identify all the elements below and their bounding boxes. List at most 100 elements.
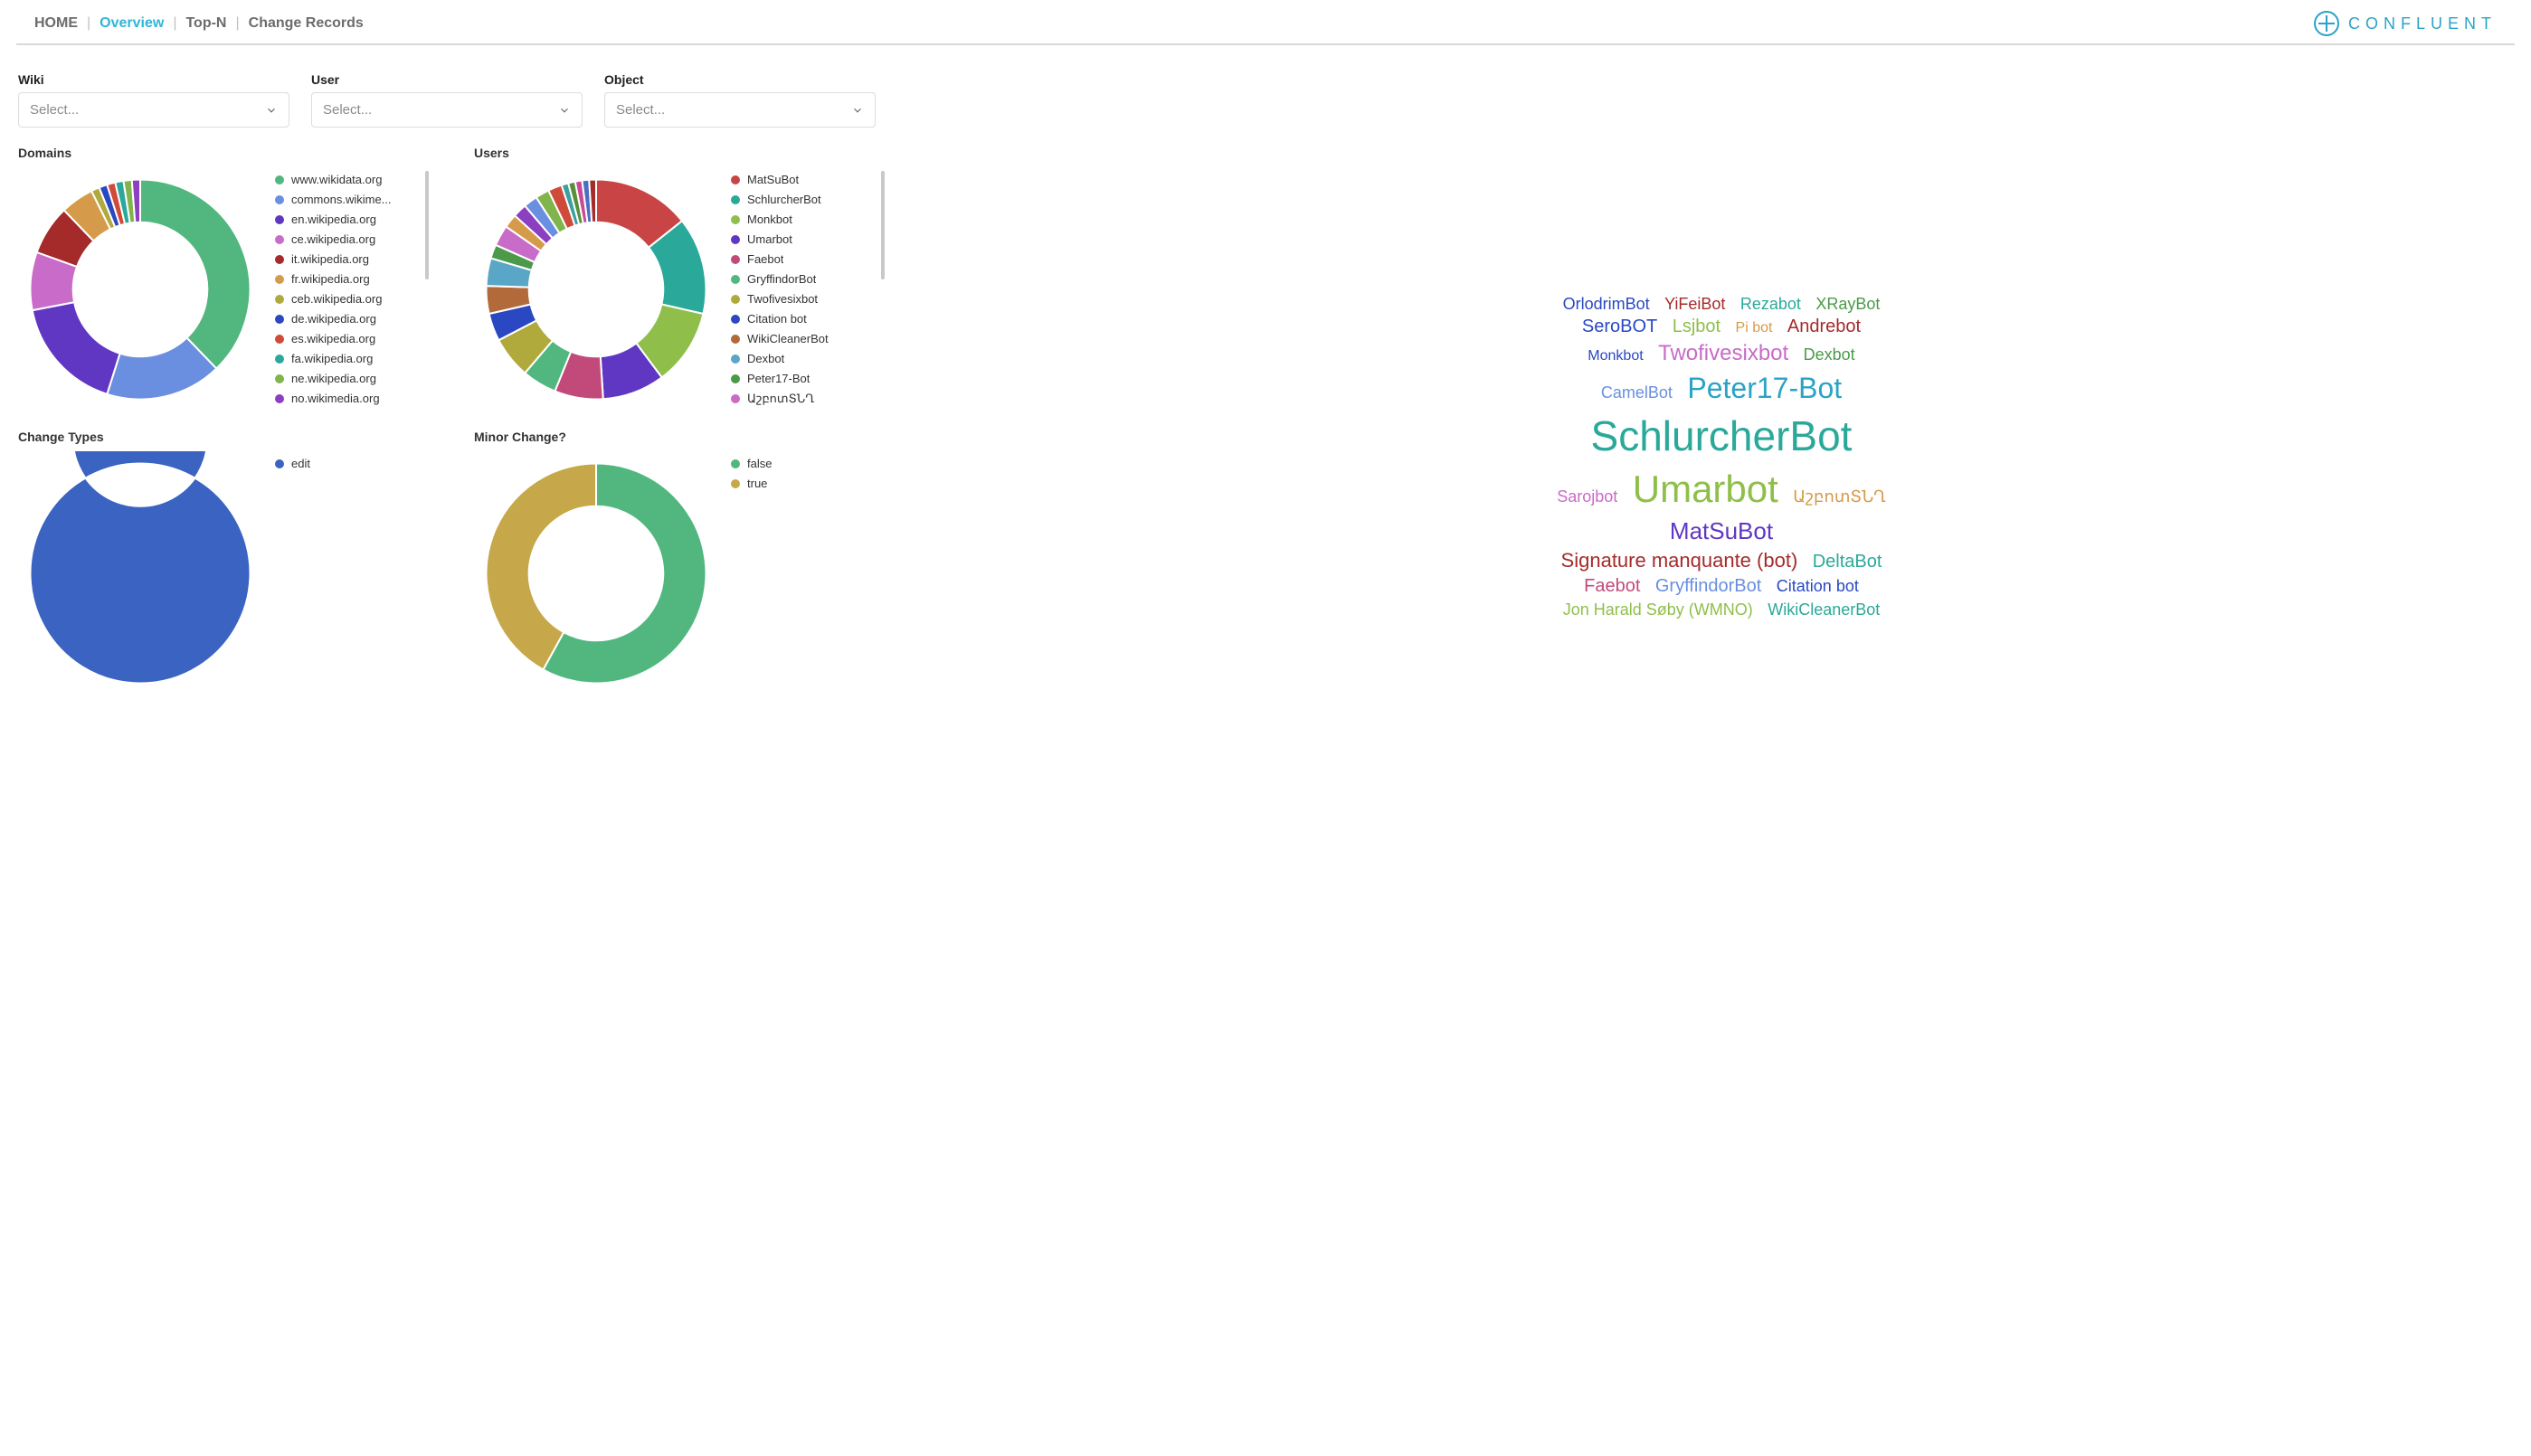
filter-wiki-select[interactable]: Select...	[18, 92, 289, 128]
legend-swatch	[731, 235, 740, 244]
legend-swatch	[275, 215, 284, 224]
wordcloud-word[interactable]: DeltaBot	[1813, 552, 1882, 572]
legend-change-types[interactable]: edit	[275, 451, 423, 695]
wordcloud-word[interactable]: MatSuBot	[1670, 517, 1773, 544]
legend-minor[interactable]: false true	[731, 451, 879, 695]
legend-item[interactable]: fr.wikipedia.org	[275, 272, 423, 286]
legend-item[interactable]: fa.wikipedia.org	[275, 352, 423, 365]
legend-item[interactable]: WikiCleanerBot	[731, 332, 879, 345]
panel-users: Users MatSuBotSchlurcherBotMonkbotUmarbo…	[474, 146, 908, 411]
legend-swatch	[275, 195, 284, 204]
wordcloud-word[interactable]: Rezabot	[1740, 295, 1801, 313]
legend-item[interactable]: false	[731, 457, 879, 470]
legend-item[interactable]: no.wikimedia.org	[275, 392, 423, 405]
legend-item[interactable]: Twofivesixbot	[731, 292, 879, 306]
nav-topn[interactable]: Top-N	[185, 15, 226, 32]
wordcloud-word[interactable]: Twofivesixbot	[1658, 341, 1788, 365]
legend-users[interactable]: MatSuBot SchlurcherBot Monkbot Umarbot Faebo…	[731, 167, 879, 411]
legend-label: ceb.wikipedia.org	[291, 292, 382, 306]
wordcloud[interactable]: OrlodrimBot YiFeiBot Rezabot XRayBot Ser…	[1550, 293, 1893, 621]
legend-label: ԱշբոտՏՆՂ	[747, 392, 814, 406]
donut-slice[interactable]	[33, 302, 120, 394]
legend-item[interactable]: Faebot	[731, 252, 879, 266]
wordcloud-word[interactable]: Andrebot	[1787, 317, 1861, 336]
wordcloud-word[interactable]: SchlurcherBot	[1591, 412, 1853, 459]
wordcloud-word[interactable]: YiFeiBot	[1664, 295, 1725, 313]
donut-minor[interactable]	[474, 451, 718, 695]
legend-item[interactable]: es.wikipedia.org	[275, 332, 423, 345]
wordcloud-word[interactable]: OrlodrimBot	[1563, 295, 1650, 313]
filter-wiki: Wiki Select...	[18, 72, 289, 128]
nav-overview[interactable]: Overview	[100, 15, 164, 32]
wordcloud-word[interactable]: Signature manquante (bot)	[1561, 549, 1798, 572]
wordcloud-word[interactable]: Lsjbot	[1673, 317, 1721, 336]
legend-item[interactable]: ce.wikipedia.org	[275, 232, 423, 246]
legend-item[interactable]: it.wikipedia.org	[275, 252, 423, 266]
filter-object-select[interactable]: Select...	[604, 92, 876, 128]
wordcloud-word[interactable]: Sarojbot	[1557, 487, 1617, 506]
legend-label: ce.wikipedia.org	[291, 232, 375, 246]
legend-label: Citation bot	[747, 312, 807, 326]
legend-item[interactable]: ԱշբոտՏՆՂ	[731, 392, 879, 406]
legend-label: MatSuBot	[747, 173, 799, 186]
legend-item[interactable]: ceb.wikipedia.org	[275, 292, 423, 306]
filter-user-select[interactable]: Select...	[311, 92, 583, 128]
legend-swatch	[275, 255, 284, 264]
legend-swatch	[731, 275, 740, 284]
wordcloud-word[interactable]: SeroBOT	[1582, 317, 1657, 336]
nav-home[interactable]: HOME	[34, 15, 78, 32]
donut-change-types[interactable]	[18, 451, 262, 695]
legend-item[interactable]: edit	[275, 457, 423, 470]
wordcloud-word[interactable]: CamelBot	[1601, 383, 1673, 402]
legend-swatch	[275, 374, 284, 383]
donut-slice[interactable]	[30, 451, 250, 684]
wordcloud-word[interactable]: XRayBot	[1815, 295, 1880, 313]
brand-icon	[2314, 11, 2339, 36]
legend-item[interactable]: www.wikidata.org	[275, 173, 423, 186]
legend-label: de.wikipedia.org	[291, 312, 376, 326]
legend-item[interactable]: commons.wikime...	[275, 193, 423, 206]
wordcloud-word[interactable]: Citation bot	[1777, 577, 1859, 595]
panel-change-types: Change Types edit	[18, 430, 452, 695]
legend-label: fr.wikipedia.org	[291, 272, 370, 286]
wordcloud-word[interactable]: Faebot	[1584, 576, 1640, 596]
legend-swatch	[275, 355, 284, 364]
scrollbar-thumb[interactable]	[425, 171, 429, 279]
legend-item[interactable]: SchlurcherBot	[731, 193, 879, 206]
legend-domains[interactable]: www.wikidata.org commons.wikime... en.wiki…	[275, 167, 423, 411]
legend-item[interactable]: Peter17-Bot	[731, 372, 879, 385]
wordcloud-word[interactable]: Jon Harald Søby (WMNO)	[1563, 600, 1753, 619]
scrollbar-thumb[interactable]	[881, 171, 885, 279]
wordcloud-word[interactable]: Peter17-Bot	[1687, 372, 1842, 404]
donut-domains[interactable]	[18, 167, 262, 411]
legend-item[interactable]: GryffindorBot	[731, 272, 879, 286]
nav-change-records[interactable]: Change Records	[249, 15, 364, 32]
wordcloud-word[interactable]: ԱշբոտՏՆՂ	[1793, 487, 1885, 506]
wordcloud-word[interactable]: Pi bot	[1736, 320, 1773, 336]
donut-users[interactable]	[474, 167, 718, 411]
legend-item[interactable]: Monkbot	[731, 213, 879, 226]
legend-item[interactable]: true	[731, 477, 879, 490]
wordcloud-word[interactable]: Umarbot	[1633, 468, 1778, 510]
legend-item[interactable]: ne.wikipedia.org	[275, 372, 423, 385]
wordcloud-word[interactable]: Dexbot	[1804, 345, 1855, 364]
legend-swatch	[731, 335, 740, 344]
legend-item[interactable]: de.wikipedia.org	[275, 312, 423, 326]
legend-label: GryffindorBot	[747, 272, 816, 286]
legend-label: Dexbot	[747, 352, 784, 365]
legend-item[interactable]: Citation bot	[731, 312, 879, 326]
donut-slice[interactable]	[140, 180, 251, 369]
legend-item[interactable]: Dexbot	[731, 352, 879, 365]
wordcloud-word[interactable]: Monkbot	[1588, 348, 1643, 364]
wordcloud-word[interactable]: GryffindorBot	[1655, 576, 1761, 596]
legend-label: en.wikipedia.org	[291, 213, 376, 226]
legend-item[interactable]: MatSuBot	[731, 173, 879, 186]
legend-swatch	[731, 479, 740, 488]
wordcloud-word[interactable]: WikiCleanerBot	[1768, 600, 1880, 619]
legend-item[interactable]: Umarbot	[731, 232, 879, 246]
legend-label: it.wikipedia.org	[291, 252, 369, 266]
chevron-down-icon	[265, 104, 278, 117]
legend-label: SchlurcherBot	[747, 193, 821, 206]
legend-domains-wrap: www.wikidata.org commons.wikime... en.wiki…	[275, 167, 429, 411]
legend-item[interactable]: en.wikipedia.org	[275, 213, 423, 226]
